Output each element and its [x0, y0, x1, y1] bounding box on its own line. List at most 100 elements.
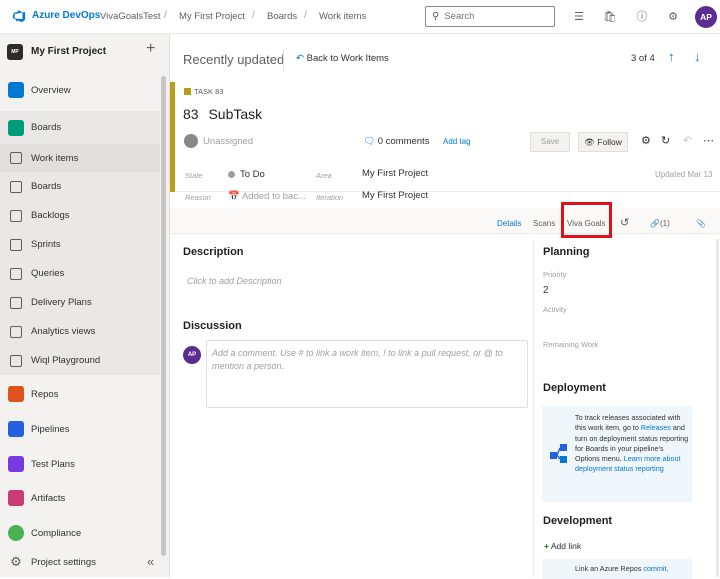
deployment-text: To track releases associated with this w… [575, 413, 690, 475]
comment-input[interactable]: Add a comment. Use # to link a work item… [206, 340, 528, 408]
search-icon: ⚲ [432, 11, 440, 22]
project-name: My First Project [31, 46, 107, 57]
links-count: (1) [659, 219, 670, 228]
project-header[interactable]: MP My First Project + [0, 34, 170, 72]
reason-value[interactable]: 📅 Added to bac... [228, 191, 306, 202]
rocket-deploy-icon [550, 444, 567, 463]
link-icon: 🔗 [650, 219, 660, 228]
marketplace-icon[interactable]: 🛍 [602, 9, 618, 25]
sidebar-item-wiql-playground[interactable]: Wiql Playground [0, 346, 160, 375]
sidebar-item-label: Artifacts [31, 492, 66, 504]
sidebar-item-test-plans[interactable]: Test Plans [0, 450, 160, 478]
follow-label: Follow [597, 137, 622, 147]
sidebar-item-overview[interactable]: Overview [0, 76, 160, 104]
sidebar-item-work-items[interactable]: Work items [0, 144, 160, 172]
add-icon[interactable]: + [146, 40, 155, 58]
reason-label: Reason [185, 193, 211, 202]
sidebar-item-label: Repos [31, 388, 59, 400]
recently-updated-title[interactable]: Recently updated [183, 52, 284, 67]
undo-icon[interactable]: ↶ [683, 134, 692, 147]
work-items-icon [10, 152, 22, 164]
test-plans-icon [8, 456, 24, 472]
breadcrumb-org[interactable]: VivaGoalsTest [100, 11, 161, 22]
breadcrumb-boards[interactable]: Boards [267, 11, 297, 22]
sidebar-item-project-settings[interactable]: ⚙ Project settings [0, 548, 160, 576]
sidebar-item-boards[interactable]: Boards [0, 111, 160, 144]
viva-goals-highlight [561, 202, 612, 238]
unassigned-avatar[interactable] [184, 134, 198, 148]
sidebar-item-queries[interactable]: Queries [0, 259, 160, 288]
sidebar-item-sprints[interactable]: Sprints [0, 230, 160, 259]
sidebar-item-label: Delivery Plans [31, 297, 92, 308]
state-value[interactable]: To Do [240, 169, 265, 180]
sidebar-item-backlogs[interactable]: Backlogs [0, 201, 160, 230]
tab-details[interactable]: Details [497, 219, 521, 228]
planning-title: Planning [543, 246, 590, 258]
analytics-icon [10, 325, 22, 338]
settings-icon[interactable]: ⚙ [641, 134, 651, 147]
tab-scans[interactable]: Scans [533, 219, 555, 228]
sidebar-item-label: Pipelines [31, 423, 70, 435]
iteration-value[interactable]: My First Project [362, 190, 428, 201]
search-input[interactable] [444, 11, 545, 22]
project-badge: MP [7, 44, 23, 60]
breadcrumb-work-items[interactable]: Work items [319, 11, 366, 22]
user-settings-icon[interactable]: ⚙ [665, 9, 681, 25]
reason-value-text: Added to bac... [241, 191, 306, 202]
sidebar-item-label: Test Plans [31, 458, 75, 470]
sidebar-item-repos[interactable]: Repos [0, 380, 160, 408]
help-icon[interactable]: ⓘ [634, 9, 650, 25]
breadcrumb-separator: / [252, 10, 255, 21]
collapse-sidebar-icon[interactable]: « [147, 554, 154, 569]
deployment-title: Deployment [543, 382, 606, 394]
state-label: State [185, 171, 203, 180]
brand-link[interactable]: Azure DevOps [32, 10, 100, 21]
tab-links[interactable]: 🔗(1) [650, 219, 670, 228]
sidebar-item-label: Analytics views [31, 326, 96, 337]
search-box[interactable]: ⚲ [425, 6, 555, 27]
pipelines-icon [8, 421, 24, 437]
sidebar-item-label: Sprints [31, 239, 61, 250]
area-value[interactable]: My First Project [362, 168, 428, 179]
sidebar-scrollbar[interactable] [161, 76, 166, 556]
remaining-work-label: Remaining Work [543, 340, 599, 349]
priority-value[interactable]: 2 [543, 285, 549, 296]
comments-link[interactable]: 🗨 0 comments [363, 136, 429, 147]
sidebar-item-boards-sub[interactable]: Boards [0, 172, 160, 201]
sidebar-item-delivery-plans[interactable]: Delivery Plans [0, 288, 160, 317]
tab-bar [170, 208, 720, 234]
sidebar-item-label: Boards [31, 181, 62, 192]
sidebar-item-analytics-views[interactable]: Analytics views [0, 317, 160, 346]
assigned-to-field[interactable]: Unassigned [203, 136, 253, 147]
development-text: Link an Azure Repos commit, [575, 564, 668, 573]
sidebar-item-artifacts[interactable]: Artifacts [0, 484, 160, 512]
releases-link[interactable]: Releases [641, 423, 671, 432]
breadcrumb-project[interactable]: My First Project [179, 11, 245, 22]
sidebar-item-pipelines[interactable]: Pipelines [0, 415, 160, 443]
development-text-1: Link an Azure Repos [575, 564, 642, 573]
arrow-up-icon[interactable]: ↑ [668, 49, 675, 64]
history-icon[interactable]: ↺ [620, 216, 629, 229]
arrow-down-icon[interactable]: ↓ [694, 49, 701, 64]
user-avatar[interactable]: AP [695, 6, 717, 28]
sidebar-item-label: Boards [31, 122, 62, 133]
commit-link[interactable]: commit, [643, 564, 668, 573]
comment-icon: 🗨 [363, 136, 376, 147]
save-button[interactable]: Save [530, 132, 570, 152]
follow-button[interactable]: 👁 Follow [578, 132, 628, 152]
add-link-button[interactable]: + Add link [544, 541, 581, 551]
azure-devops-logo-icon[interactable] [12, 9, 26, 23]
priority-label: Priority [543, 270, 567, 279]
work-item-title[interactable]: 83 SubTask [183, 106, 262, 122]
sidebar-item-compliance[interactable]: Compliance [0, 519, 160, 547]
description-placeholder[interactable]: Click to add Description [187, 276, 282, 286]
add-tag-button[interactable]: Add tag [443, 137, 471, 146]
list-icon[interactable]: ☰ [571, 9, 587, 25]
refresh-icon[interactable]: ↻ [661, 134, 670, 147]
backlogs-icon [10, 209, 22, 222]
more-actions-icon[interactable]: ⋯ [703, 134, 714, 147]
back-to-work-items-link[interactable]: ↶ Back to Work Items [296, 53, 389, 64]
right-scrollbar[interactable] [716, 239, 719, 577]
attachment-icon[interactable]: 📎 [696, 219, 706, 228]
queries-icon [10, 267, 22, 280]
